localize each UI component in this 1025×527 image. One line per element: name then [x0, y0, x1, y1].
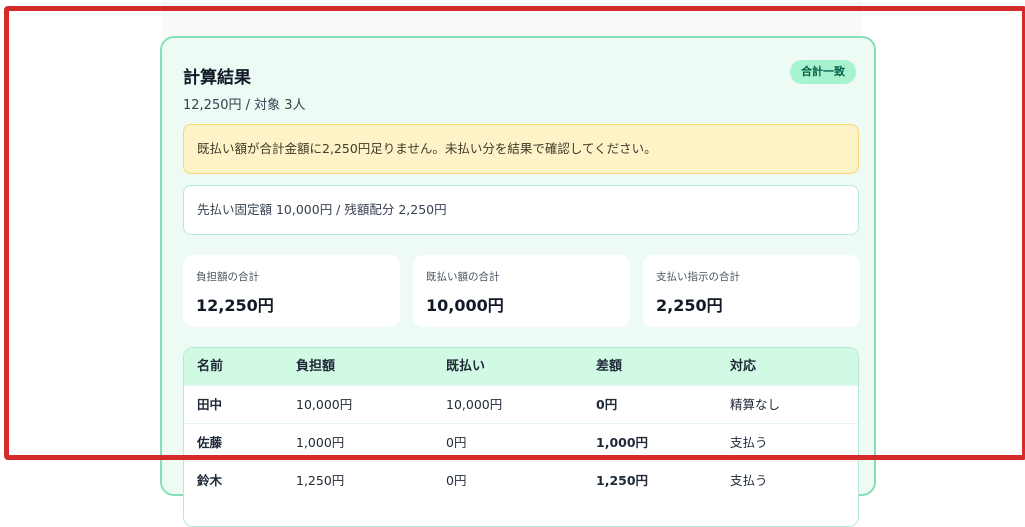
- stat-card-total-burden: 負担額の合計 12,250円: [183, 255, 400, 327]
- table-row: 鈴木 1,250円 0円 1,250円 支払う: [184, 461, 858, 499]
- table-header-row: 名前 負担額 既払い 差額 対応: [184, 348, 858, 385]
- cell-name: 鈴木: [197, 473, 223, 488]
- result-title: 計算結果: [183, 68, 251, 88]
- cell-burden: 1,000円: [296, 435, 345, 450]
- result-table: 名前 負担額 既払い 差額 対応 田中 10,000円 10,000円 0円 精…: [183, 347, 859, 527]
- stat-value: 10,000円: [426, 296, 504, 315]
- stat-value: 2,250円: [656, 296, 723, 315]
- cell-difference: 0円: [596, 397, 618, 412]
- cell-action: 支払う: [730, 473, 768, 488]
- warning-alert: 既払い額が合計金額に2,250円足りません。未払い分を結果で確認してください。: [183, 124, 859, 174]
- column-header-burden: 負担額: [296, 359, 336, 374]
- status-badge: 合計一致: [790, 60, 856, 84]
- stat-label: 既払い額の合計: [426, 271, 500, 283]
- cell-burden: 1,250円: [296, 473, 345, 488]
- cell-name: 田中: [197, 397, 223, 412]
- cell-paid: 0円: [446, 435, 467, 450]
- table-row: 田中 10,000円 10,000円 0円 精算なし: [184, 385, 858, 423]
- cell-name: 佐藤: [197, 435, 223, 450]
- stat-card-total-paid: 既払い額の合計 10,000円: [413, 255, 630, 327]
- cell-burden: 10,000円: [296, 397, 353, 412]
- stat-card-total-payment: 支払い指示の合計 2,250円: [643, 255, 860, 327]
- column-header-name: 名前: [197, 359, 224, 374]
- cell-paid: 0円: [446, 473, 467, 488]
- cell-action: 支払う: [730, 435, 768, 450]
- stat-label: 負担額の合計: [196, 271, 259, 283]
- column-header-paid: 既払い: [446, 359, 486, 374]
- cell-difference: 1,250円: [596, 473, 649, 488]
- column-header-difference: 差額: [596, 359, 623, 374]
- result-card: 計算結果 12,250円 / 対象 3人 合計一致 既払い額が合計金額に2,25…: [160, 36, 876, 527]
- cell-action: 精算なし: [730, 397, 781, 412]
- cell-paid: 10,000円: [446, 397, 503, 412]
- cell-difference: 1,000円: [596, 435, 649, 450]
- result-subtitle: 12,250円 / 対象 3人: [183, 98, 306, 113]
- stat-label: 支払い指示の合計: [656, 271, 740, 283]
- table-row: 佐藤 1,000円 0円 1,000円 支払う: [184, 423, 858, 461]
- stat-value: 12,250円: [196, 296, 274, 315]
- allocation-info: 先払い固定額 10,000円 / 残額配分 2,250円: [183, 185, 859, 235]
- column-header-action: 対応: [730, 359, 757, 374]
